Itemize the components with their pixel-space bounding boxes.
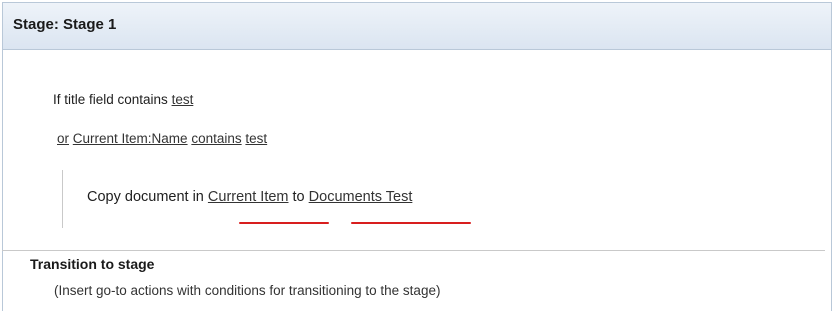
operator-link[interactable]: contains: [191, 131, 241, 146]
stage-header[interactable]: Stage: Stage 1: [3, 3, 831, 50]
red-annotation-underline-source: [239, 222, 329, 224]
red-annotation-underline-destination: [351, 222, 471, 224]
field-link[interactable]: Current Item:Name: [73, 131, 188, 146]
condition-value-link[interactable]: test: [172, 92, 194, 107]
action-middle: to: [288, 189, 309, 205]
condition-text: If title field contains: [53, 92, 172, 107]
transition-hint[interactable]: (Insert go-to actions with conditions fo…: [54, 283, 440, 298]
value-link[interactable]: test: [245, 131, 267, 146]
source-link[interactable]: Current Item: [208, 189, 289, 205]
section-divider: [2, 250, 825, 251]
or-link[interactable]: or: [57, 131, 69, 146]
action-prefix: Copy document in: [87, 189, 208, 205]
copy-document-action: Copy document in Current Item to Documen…: [87, 189, 412, 205]
condition-or-name-contains: or Current Item:Name contains test: [57, 131, 267, 146]
stage-title: Stage: Stage 1: [13, 16, 117, 33]
destination-link[interactable]: Documents Test: [309, 189, 413, 205]
condition-title-contains: If title field contains test: [53, 92, 193, 107]
transition-heading: Transition to stage: [30, 256, 155, 272]
action-block: Copy document in Current Item to Documen…: [62, 170, 563, 228]
